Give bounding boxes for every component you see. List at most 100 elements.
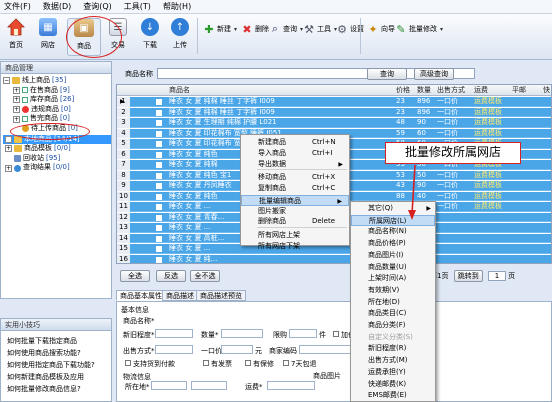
submenu-item[interactable]: 商品类目(C) xyxy=(351,308,435,319)
download-button[interactable]: ↓ 下载 xyxy=(136,18,164,50)
row-checkbox[interactable] xyxy=(156,225,162,231)
city-select[interactable] xyxy=(191,381,227,390)
query-button[interactable]: ⌕ 查询 ▾ xyxy=(268,22,303,36)
expand-icon[interactable]: + xyxy=(13,115,20,123)
row-checkbox[interactable] xyxy=(156,130,162,137)
row-checkbox[interactable] xyxy=(156,193,162,200)
submenu-item[interactable]: 所在地(D) xyxy=(351,297,435,308)
collapse-icon[interactable]: − xyxy=(3,77,10,85)
submenu-item[interactable]: 商品图片(I) xyxy=(351,250,435,261)
tip-link[interactable]: 如何使用指定商品下载功能? xyxy=(1,359,111,371)
tip-link[interactable]: 如何批量下载指定商品 xyxy=(1,335,111,347)
menu-query[interactable]: 查询(Q) xyxy=(83,1,112,12)
context-menu-item[interactable]: 新建商品 Ctrl+N xyxy=(241,137,349,148)
tip-link[interactable]: 如何新建商品模板及应用 xyxy=(1,371,111,383)
row-checkbox[interactable] xyxy=(156,246,162,252)
context-menu-item[interactable]: 批量编辑商品 ▶ xyxy=(241,194,349,206)
context-menu-item[interactable]: 导入商品 Ctrl+I xyxy=(241,148,349,159)
tree-item-query-results[interactable]: + 查询结果 [0/0] xyxy=(3,163,111,173)
shipping-select[interactable] xyxy=(267,381,315,390)
expand-icon[interactable]: + xyxy=(5,145,12,153)
expand-icon[interactable]: + xyxy=(5,135,12,143)
select-none-button[interactable]: 全不选 xyxy=(190,270,220,282)
context-menu-item[interactable]: 所有网店上架 xyxy=(241,230,349,241)
sell-type-select[interactable] xyxy=(155,345,193,354)
showcase-checkbox[interactable] xyxy=(333,331,339,337)
col-qty[interactable]: 数量 xyxy=(417,85,431,96)
submenu-item[interactable]: 出售方式(M) xyxy=(351,355,435,366)
tree-checkbox[interactable] xyxy=(22,87,28,94)
menu-tools[interactable]: 工具(T) xyxy=(124,1,151,12)
submenu-item[interactable]: 商品价格(P) xyxy=(351,238,435,249)
submenu-item[interactable]: 有效期(V) xyxy=(351,285,435,296)
expand-icon[interactable]: + xyxy=(13,106,20,114)
table-row[interactable]: 3 睡衣 女 夏 生理期 纯棉 护腰 L021 48 90 一口价 运费模板 xyxy=(117,118,551,128)
tree-item-template[interactable]: + 商品模板 [0/0] xyxy=(3,144,111,154)
row-checkbox[interactable] xyxy=(156,183,162,189)
upload-button[interactable]: ↑ 上传 xyxy=(166,18,194,50)
submenu-item[interactable]: 商品分类(F) xyxy=(351,320,435,331)
select-all-button[interactable]: 全选 xyxy=(120,270,150,282)
context-menu-item[interactable]: 移动商品 Ctrl+X xyxy=(241,172,349,183)
row-checkbox[interactable] xyxy=(156,204,162,210)
context-menu-item[interactable]: 删除商品 Delete xyxy=(241,216,349,227)
tree-item-violation[interactable]: + 违规商品 [0] xyxy=(3,105,111,115)
row-checkbox[interactable] xyxy=(156,120,162,126)
menu-data[interactable]: 数据(D) xyxy=(43,1,71,12)
expand-icon[interactable]: + xyxy=(5,164,12,172)
row-checkbox[interactable] xyxy=(156,162,162,168)
tab-description-preview[interactable]: 商品描述预览 xyxy=(196,290,246,301)
submenu-item[interactable]: 运费承担(Y) xyxy=(351,367,435,378)
return-checkbox[interactable] xyxy=(283,360,289,366)
tree-item-recycle-bin[interactable]: 回收站 [95] xyxy=(3,154,111,164)
col-post[interactable]: 平邮 xyxy=(512,85,526,96)
context-menu-item[interactable]: 所有网店下架 xyxy=(241,241,349,252)
query-button[interactable]: 查询 xyxy=(367,68,407,80)
submenu-item[interactable]: 新旧程度(R) xyxy=(351,343,435,354)
row-checkbox[interactable] xyxy=(156,151,162,158)
wizard-button[interactable]: ✦ 向导 xyxy=(366,22,395,36)
context-menu-item[interactable]: 复制商品 Ctrl+C xyxy=(241,183,349,194)
expand-icon[interactable]: + xyxy=(13,96,20,104)
tree-item-stock[interactable]: + 库存商品 [26] xyxy=(3,95,111,105)
row-checkbox[interactable] xyxy=(156,256,162,263)
delete-button[interactable]: ✖ 删除 xyxy=(240,22,269,36)
col-express[interactable]: 快 xyxy=(543,85,550,96)
page-input[interactable]: 1 xyxy=(487,271,506,281)
row-checkbox[interactable] xyxy=(156,214,162,221)
row-checkbox[interactable] xyxy=(156,109,162,116)
limit-input[interactable] xyxy=(289,329,317,338)
submenu-item[interactable]: 快递邮费(K) xyxy=(351,379,435,390)
tools-button[interactable]: ⚒ 工具 ▾ xyxy=(302,22,337,36)
advanced-query-button[interactable]: 高级查询 xyxy=(414,68,454,80)
batch-edit-button[interactable]: ✎ 批量修改 ▾ xyxy=(394,22,443,36)
new-button[interactable]: ✚ 新建 ▾ xyxy=(202,22,237,36)
tree-checkbox[interactable] xyxy=(22,116,28,123)
price-input[interactable] xyxy=(221,345,253,354)
context-menu-item[interactable]: 图片搬家 xyxy=(241,206,349,217)
context-menu-item[interactable]: 导出数据 ▶ xyxy=(241,159,349,170)
table-row[interactable]: 1 睡衣 女 夏 纯棉 睡丝 丁字裤 I009 23 896 一口价 运费模板 ▶ xyxy=(117,97,551,107)
tree-item-online[interactable]: − 线上商品 [35] xyxy=(3,76,111,86)
row-checkbox[interactable] xyxy=(156,235,162,242)
home-button[interactable]: 首页 xyxy=(2,18,30,50)
col-name[interactable]: 商品名 xyxy=(169,85,190,96)
table-row[interactable]: 2 睡衣 女 夏 纯棉 睡丝 丁字裤 I009 23 896 一口价 运费模板 xyxy=(117,107,551,118)
row-checkbox[interactable] xyxy=(156,141,162,147)
submenu-item[interactable]: 商品名称(N) xyxy=(351,226,435,237)
goto-button[interactable]: 跳转到 xyxy=(453,270,483,282)
row-checkbox[interactable] xyxy=(156,99,162,105)
submenu-item[interactable]: 商品数量(U) xyxy=(351,262,435,273)
tab-description[interactable]: 商品描述 xyxy=(162,290,198,301)
quantity-input[interactable] xyxy=(221,329,263,338)
row-checkbox[interactable] xyxy=(156,172,162,179)
submenu-item[interactable]: EMS邮费(E) xyxy=(351,390,435,401)
col-sell[interactable]: 出售方式 xyxy=(437,85,465,96)
invoice-checkbox[interactable] xyxy=(203,360,209,366)
submenu-item[interactable]: 上架时间(A) xyxy=(351,273,435,284)
tip-link[interactable]: 如何使用商品搜索功能? xyxy=(1,347,111,359)
invert-selection-button[interactable]: 反选 xyxy=(156,270,186,282)
tree-item-on-sale[interactable]: + 在售商品 [9] xyxy=(3,86,111,96)
shop-button[interactable]: ▦ 网店 xyxy=(34,18,62,50)
menu-help[interactable]: 帮助(H) xyxy=(163,1,191,12)
